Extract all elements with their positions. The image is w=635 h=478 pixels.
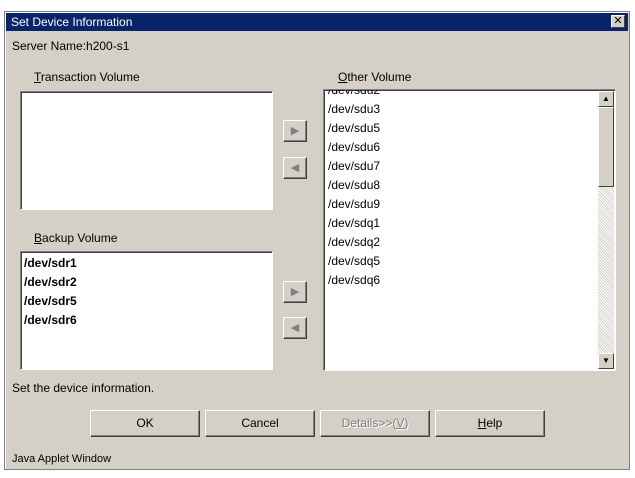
scroll-thumb[interactable] (598, 107, 614, 187)
transaction-volume-label: Transaction Volume (34, 70, 140, 84)
list-item[interactable]: /dev/sdq6 (325, 271, 597, 290)
help-button[interactable]: Help (435, 410, 545, 437)
list-item[interactable]: /dev/sdr6 (21, 311, 272, 330)
list-item[interactable]: /dev/sdq2 (325, 233, 597, 252)
status-text: Set the device information. (12, 381, 155, 395)
other-volume-label: Other Volume (338, 70, 412, 84)
other-volume-scrollbar[interactable]: ▲ ▼ (598, 91, 614, 369)
list-item[interactable]: /dev/sdu2 (325, 90, 597, 100)
scroll-down-button[interactable]: ▼ (598, 353, 614, 369)
move-to-backup-button[interactable]: ▶ (283, 281, 307, 303)
title-bar: Set Device Information ✕ (6, 13, 628, 31)
list-item[interactable]: /dev/sdq5 (325, 252, 597, 271)
details-button[interactable]: Details>>(V) (320, 410, 430, 437)
scroll-up-button[interactable]: ▲ (598, 91, 614, 107)
move-from-transaction-button[interactable]: ◀ (283, 157, 307, 179)
list-item[interactable]: /dev/sdu5 (325, 119, 597, 138)
server-name-label: Server Name:h200-s1 (12, 39, 130, 53)
list-item[interactable]: /dev/sdr2 (21, 273, 272, 292)
list-item[interactable]: /dev/sdu7 (325, 157, 597, 176)
move-to-transaction-button[interactable]: ▶ (283, 120, 307, 142)
transaction-volume-list[interactable] (20, 91, 273, 210)
down-arrow-icon: ▼ (602, 356, 610, 365)
list-item[interactable]: /dev/sdu9 (325, 195, 597, 214)
window-title: Set Device Information (11, 15, 133, 29)
left-arrow-icon: ◀ (290, 162, 300, 174)
list-item[interactable]: /dev/sdu3 (325, 100, 597, 119)
list-item[interactable]: /dev/sdr5 (21, 292, 272, 311)
cancel-button[interactable]: Cancel (205, 410, 315, 437)
set-device-information-dialog: Set Device Information ✕ Server Name:h20… (4, 11, 630, 470)
list-item[interactable]: /dev/sdu6 (325, 138, 597, 157)
close-button[interactable]: ✕ (611, 15, 625, 28)
list-item[interactable]: /dev/sdu8 (325, 176, 597, 195)
left-arrow-icon: ◀ (290, 322, 300, 334)
java-applet-footer: Java Applet Window (12, 453, 112, 465)
up-arrow-icon: ▲ (602, 94, 610, 103)
right-arrow-icon: ▶ (290, 286, 300, 298)
right-arrow-icon: ▶ (290, 125, 300, 137)
other-volume-list[interactable]: /dev/sdu2 /dev/sdu3 /dev/sdu5 /dev/sdu6 … (323, 89, 616, 371)
backup-volume-label: Backup Volume (34, 231, 118, 245)
list-item[interactable]: /dev/sdq1 (325, 214, 597, 233)
move-from-backup-button[interactable]: ◀ (283, 317, 307, 339)
backup-volume-list[interactable]: /dev/sdr1 /dev/sdr2 /dev/sdr5 /dev/sdr6 (20, 251, 273, 370)
close-icon: ✕ (613, 15, 623, 27)
ok-button[interactable]: OK (90, 410, 200, 437)
list-item[interactable]: /dev/sdr1 (21, 254, 272, 273)
